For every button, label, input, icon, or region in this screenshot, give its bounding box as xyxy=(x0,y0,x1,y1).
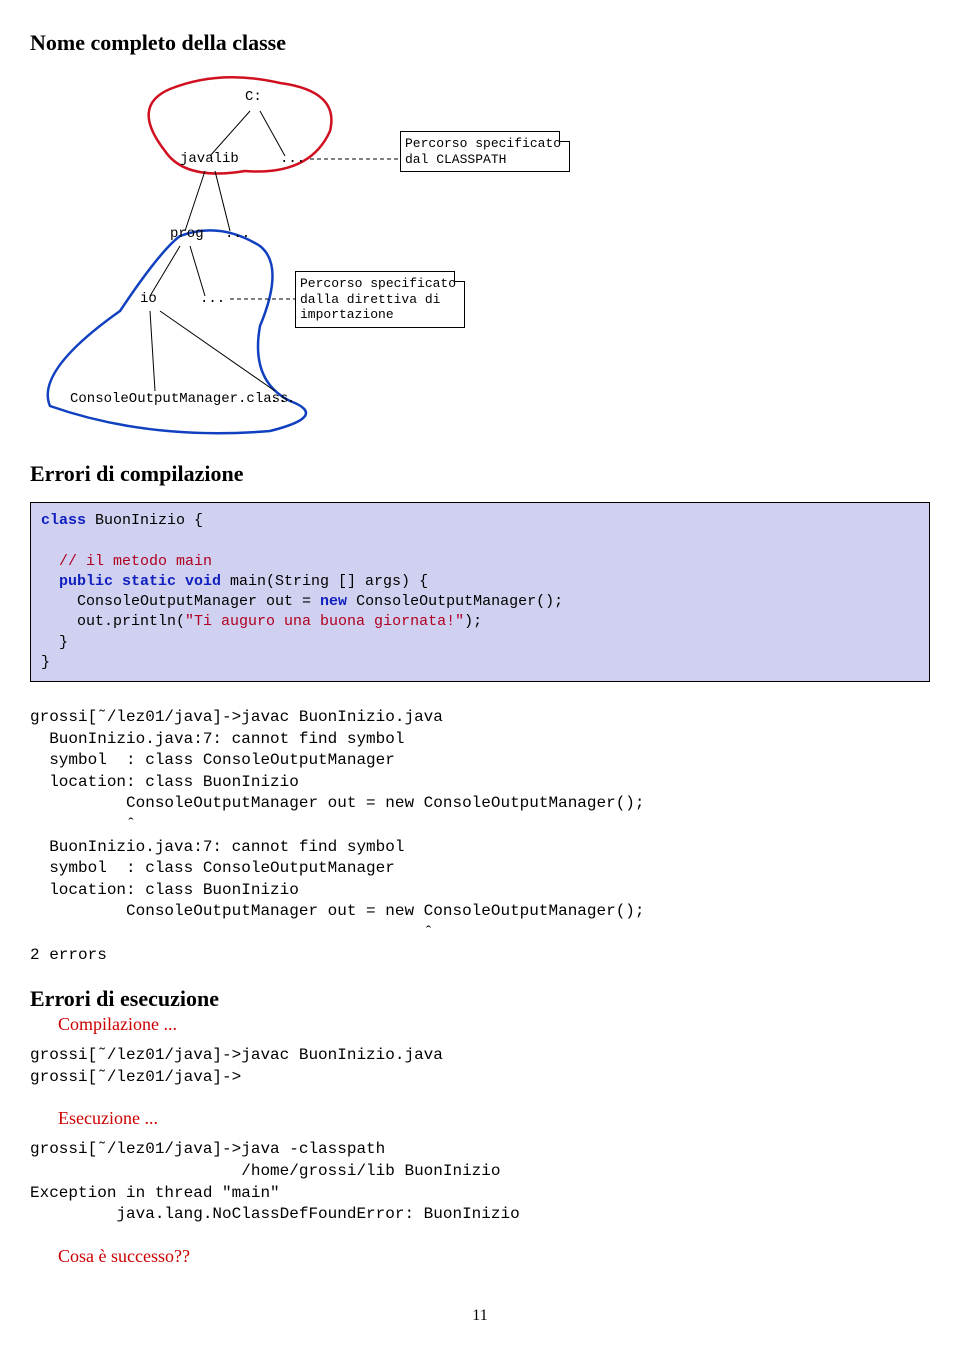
note-line: Percorso specificato xyxy=(405,136,561,151)
code-text: BuonInizio { xyxy=(86,512,203,529)
section-title-1: Nome completo della classe xyxy=(30,30,930,56)
section-title-3: Errori di esecuzione xyxy=(30,986,930,1012)
cosa-successo: Cosa è successo?? xyxy=(58,1246,930,1267)
code-text: main(String [] args) { xyxy=(221,573,428,590)
node-dots-2: ... xyxy=(225,226,250,242)
code-string: "Ti auguro una buona giornata!" xyxy=(185,613,464,630)
classpath-diagram: C: javalib ... prog ... io ... ConsoleOu… xyxy=(30,71,730,441)
node-io: io xyxy=(140,291,157,307)
node-javalib: javalib xyxy=(180,151,239,167)
page-number: 11 xyxy=(30,1307,930,1325)
note-classpath: Percorso specificato dal CLASSPATH xyxy=(400,131,570,172)
note-line: dalla direttiva di xyxy=(300,292,440,307)
note-import: Percorso specificato dalla direttiva di … xyxy=(295,271,465,328)
code-kw: class xyxy=(41,512,86,529)
code-comment: // il metodo main xyxy=(41,553,212,570)
compiler-error-output: grossi[˜/lez01/java]->javac BuonInizio.j… xyxy=(30,707,930,966)
node-dots-3: ... xyxy=(200,291,225,307)
node-com-class: ConsoleOutputManager.class xyxy=(70,391,288,407)
code-text: out.println( xyxy=(41,613,185,630)
node-c: C: xyxy=(245,89,262,105)
note-line: importazione xyxy=(300,307,394,322)
exec-output: grossi[˜/lez01/java]->java -classpath /h… xyxy=(30,1139,930,1225)
execution-label: Esecuzione ... xyxy=(58,1108,930,1129)
compilation-label: Compilazione ... xyxy=(58,1014,930,1035)
code-kw: public static void xyxy=(41,573,221,590)
section-title-2: Errori di compilazione xyxy=(30,461,930,487)
note-line: Percorso specificato xyxy=(300,276,456,291)
code-kw: new xyxy=(320,593,347,610)
code-text: ConsoleOutputManager out = xyxy=(41,593,320,610)
code-text: } xyxy=(41,654,50,671)
code-text: ); xyxy=(464,613,482,630)
note-line: dal CLASSPATH xyxy=(405,152,506,167)
code-text: ConsoleOutputManager(); xyxy=(347,593,563,610)
compile-output: grossi[˜/lez01/java]->javac BuonInizio.j… xyxy=(30,1045,930,1088)
node-prog: prog xyxy=(170,226,204,242)
node-dots-1: ... xyxy=(280,151,305,167)
node-dots-4: ... xyxy=(270,391,295,407)
code-block: class BuonInizio { // il metodo main pub… xyxy=(30,502,930,682)
code-text: } xyxy=(41,634,68,651)
